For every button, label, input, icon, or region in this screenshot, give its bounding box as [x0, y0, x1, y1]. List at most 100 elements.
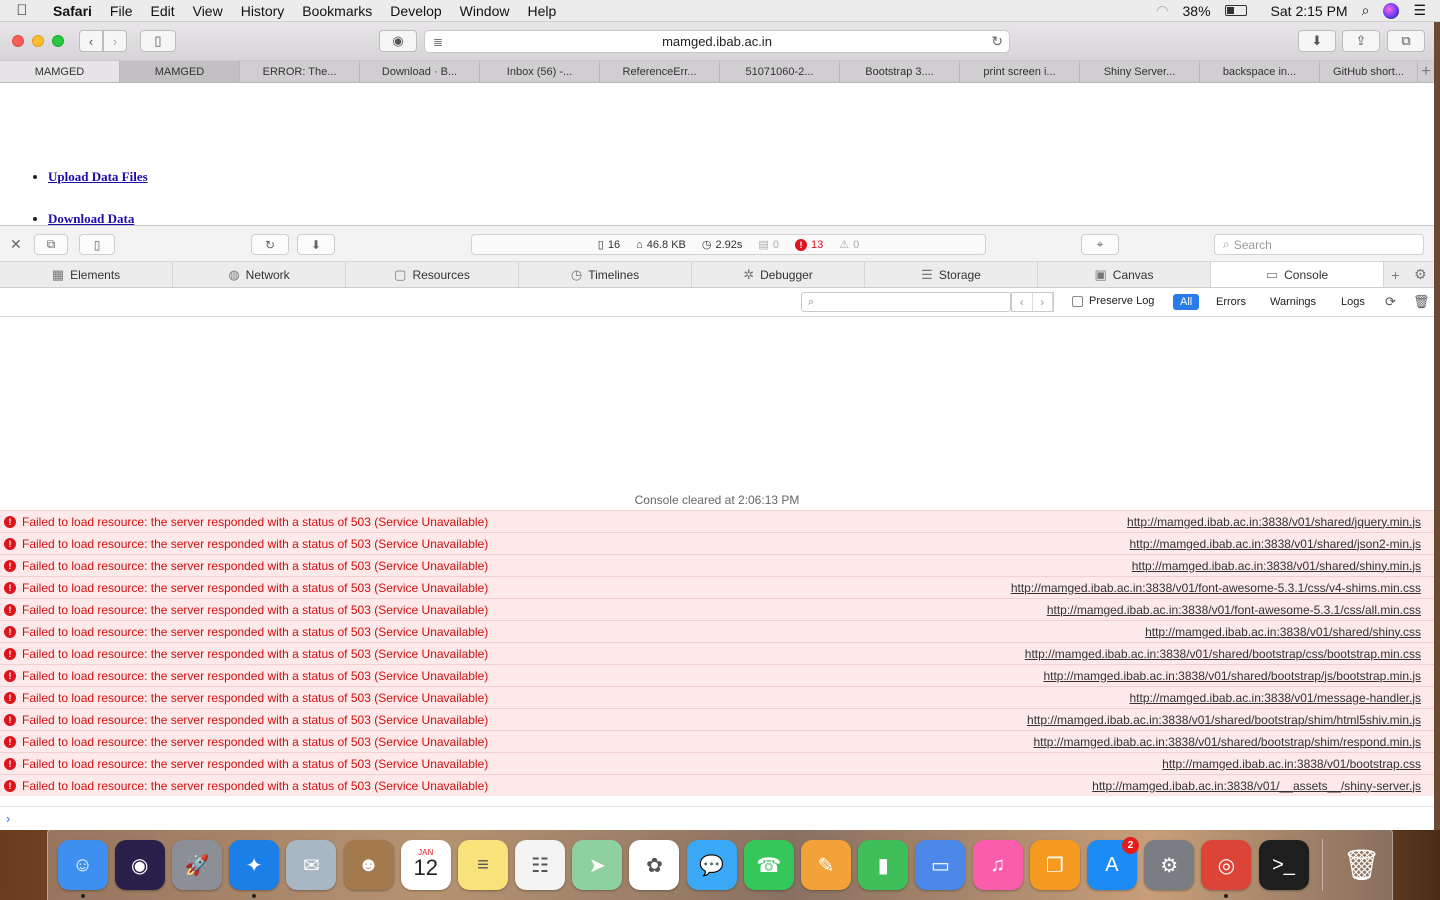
- menu-file[interactable]: File: [101, 3, 142, 19]
- reader-icon[interactable]: ≣: [433, 35, 443, 49]
- reload-icon[interactable]: ↻: [991, 33, 1003, 50]
- error-source-link[interactable]: http://mamged.ibab.ac.in:3838/v01/shared…: [1127, 515, 1434, 529]
- zoom-window-button[interactable]: [52, 35, 64, 47]
- clear-console-icon[interactable]: 🗑: [1413, 294, 1430, 310]
- resource-count[interactable]: ▯ 16: [598, 238, 620, 252]
- menu-help[interactable]: Help: [518, 3, 565, 19]
- facetime-icon[interactable]: ☎: [743, 840, 794, 890]
- system-preferences-icon[interactable]: ⚙: [1144, 840, 1195, 890]
- error-source-link[interactable]: http://mamged.ibab.ac.in:3838/v01/font-a…: [1011, 581, 1434, 595]
- error-source-link[interactable]: http://mamged.ibab.ac.in:3838/v01/shared…: [1025, 647, 1434, 661]
- tab-item[interactable]: Shiny Server...: [1080, 61, 1200, 82]
- clear-on-reload-icon[interactable]: ⟳: [1385, 294, 1396, 310]
- tab-elements[interactable]: ▦ Elements: [0, 262, 173, 287]
- safari-icon[interactable]: ✦: [229, 840, 280, 898]
- next-match-icon[interactable]: ›: [1033, 293, 1053, 311]
- resource-size[interactable]: ⌂ 46.8 KB: [636, 239, 686, 251]
- menu-view[interactable]: View: [184, 3, 232, 19]
- error-source-link[interactable]: http://mamged.ibab.ac.in:3838/v01/font-a…: [1047, 603, 1434, 617]
- apple-menu-icon[interactable]: : [0, 2, 44, 19]
- grammarly-extension-icon[interactable]: ◉: [379, 30, 417, 52]
- level-errors-button[interactable]: Errors: [1209, 294, 1253, 310]
- tab-item[interactable]: Download · B...: [360, 61, 480, 82]
- menu-clock[interactable]: Sat 2:15 PM: [1271, 3, 1348, 19]
- close-window-button[interactable]: [12, 35, 24, 47]
- console-filter-input[interactable]: ⌕: [801, 292, 1011, 312]
- log-count[interactable]: ▤ 0: [758, 238, 779, 252]
- tab-canvas[interactable]: ▣ Canvas: [1038, 262, 1211, 287]
- tab-item[interactable]: MAMGED: [120, 61, 240, 82]
- downloads-button[interactable]: ⬇: [1298, 30, 1336, 52]
- books-icon[interactable]: ❐: [1029, 840, 1080, 890]
- menu-window[interactable]: Window: [451, 3, 519, 19]
- download-data-link[interactable]: Download Data: [48, 211, 134, 226]
- keynote-icon[interactable]: ▭: [915, 840, 966, 890]
- calendar-icon[interactable]: JAN 12: [400, 840, 451, 890]
- menu-app-name[interactable]: Safari: [44, 3, 101, 19]
- battery-percent[interactable]: 38%: [1183, 3, 1211, 19]
- tab-item[interactable]: Bootstrap 3....: [840, 61, 960, 82]
- menu-bookmarks[interactable]: Bookmarks: [293, 3, 381, 19]
- error-source-link[interactable]: http://mamged.ibab.ac.in:3838/v01/shared…: [1132, 559, 1434, 573]
- notification-center-icon[interactable]: ☰: [1413, 2, 1426, 19]
- previous-match-icon[interactable]: ‹: [1012, 293, 1033, 311]
- menu-edit[interactable]: Edit: [141, 3, 183, 19]
- error-source-link[interactable]: http://mamged.ibab.ac.in:3838/v01/shared…: [1145, 625, 1434, 639]
- tab-resources[interactable]: ▢ Resources: [346, 262, 519, 287]
- tab-network[interactable]: ◍ Network: [173, 262, 346, 287]
- finder-icon[interactable]: ☺: [57, 840, 108, 898]
- forward-button[interactable]: ›: [103, 30, 127, 52]
- close-inspector-icon[interactable]: ✕: [10, 236, 22, 253]
- tab-item[interactable]: ERROR: The...: [240, 61, 360, 82]
- add-tab-icon[interactable]: +: [1391, 267, 1399, 283]
- tab-item[interactable]: MAMGED: [0, 61, 120, 82]
- tab-storage[interactable]: ☰ Storage: [865, 262, 1038, 287]
- error-source-link[interactable]: http://mamged.ibab.ac.in:3838/v01/messag…: [1129, 691, 1434, 705]
- menu-develop[interactable]: Develop: [381, 3, 450, 19]
- element-picker-button[interactable]: ⌖: [1081, 234, 1119, 255]
- notes-icon[interactable]: ≡: [457, 840, 508, 890]
- spotlight-icon[interactable]: ⌕: [1362, 2, 1370, 19]
- menu-history[interactable]: History: [232, 3, 294, 19]
- tab-item[interactable]: ReferenceErr...: [600, 61, 720, 82]
- share-button[interactable]: ⇪: [1342, 30, 1380, 52]
- preserve-log-checkbox[interactable]: [1072, 295, 1083, 307]
- tab-item[interactable]: print screen i...: [960, 61, 1080, 82]
- level-all-button[interactable]: All: [1173, 294, 1200, 310]
- siri-menu-icon[interactable]: [1383, 2, 1400, 19]
- error-source-link[interactable]: http://mamged.ibab.ac.in:3838/v01/bootst…: [1162, 757, 1434, 771]
- tab-timelines[interactable]: ◷ Timelines: [519, 262, 692, 287]
- sidebar-toggle-button[interactable]: ▯: [140, 30, 176, 52]
- reminders-icon[interactable]: ☷: [515, 840, 566, 890]
- inspector-search-input[interactable]: ⌕ Search: [1214, 234, 1424, 255]
- siri-icon[interactable]: ◉: [114, 840, 165, 890]
- reload-page-button[interactable]: ↻: [251, 234, 289, 255]
- error-source-link[interactable]: http://mamged.ibab.ac.in:3838/v01/shared…: [1033, 735, 1434, 749]
- contacts-icon[interactable]: ☻: [343, 840, 394, 890]
- maps-icon[interactable]: ➤: [572, 840, 623, 890]
- itunes-icon[interactable]: ♫: [972, 840, 1023, 890]
- back-button[interactable]: ‹: [79, 30, 103, 52]
- detach-inspector-button[interactable]: ⧉: [34, 234, 68, 255]
- preserve-log-toggle[interactable]: Preserve Log: [1072, 295, 1154, 307]
- battery-icon[interactable]: [1224, 5, 1247, 16]
- error-source-link[interactable]: http://mamged.ibab.ac.in:3838/v01/shared…: [1130, 537, 1435, 551]
- tab-item[interactable]: Inbox (56) -...: [480, 61, 600, 82]
- upload-data-link[interactable]: Upload Data Files: [48, 169, 148, 184]
- pages-icon[interactable]: ✎: [801, 840, 852, 890]
- error-source-link[interactable]: http://mamged.ibab.ac.in:3838/v01/__asse…: [1092, 779, 1434, 793]
- tab-item[interactable]: backspace in...: [1200, 61, 1320, 82]
- load-time[interactable]: ◷ 2.92s: [702, 238, 743, 252]
- wifi-icon[interactable]: ◠: [1156, 2, 1168, 19]
- download-archive-button[interactable]: ⬇: [297, 234, 335, 255]
- minimize-window-button[interactable]: [32, 35, 44, 47]
- warning-count[interactable]: ⚠ 0: [839, 238, 859, 252]
- terminal-icon[interactable]: >_: [1258, 840, 1309, 890]
- mail-eagle-icon[interactable]: ✉: [286, 840, 337, 890]
- photos-icon[interactable]: ✿: [629, 840, 680, 890]
- level-warnings-button[interactable]: Warnings: [1263, 294, 1323, 310]
- new-tab-button[interactable]: +: [1418, 61, 1434, 82]
- trash-icon[interactable]: 🗑: [1337, 840, 1387, 890]
- error-source-link[interactable]: http://mamged.ibab.ac.in:3838/v01/shared…: [1043, 669, 1434, 683]
- messages-icon[interactable]: 💬: [686, 840, 737, 890]
